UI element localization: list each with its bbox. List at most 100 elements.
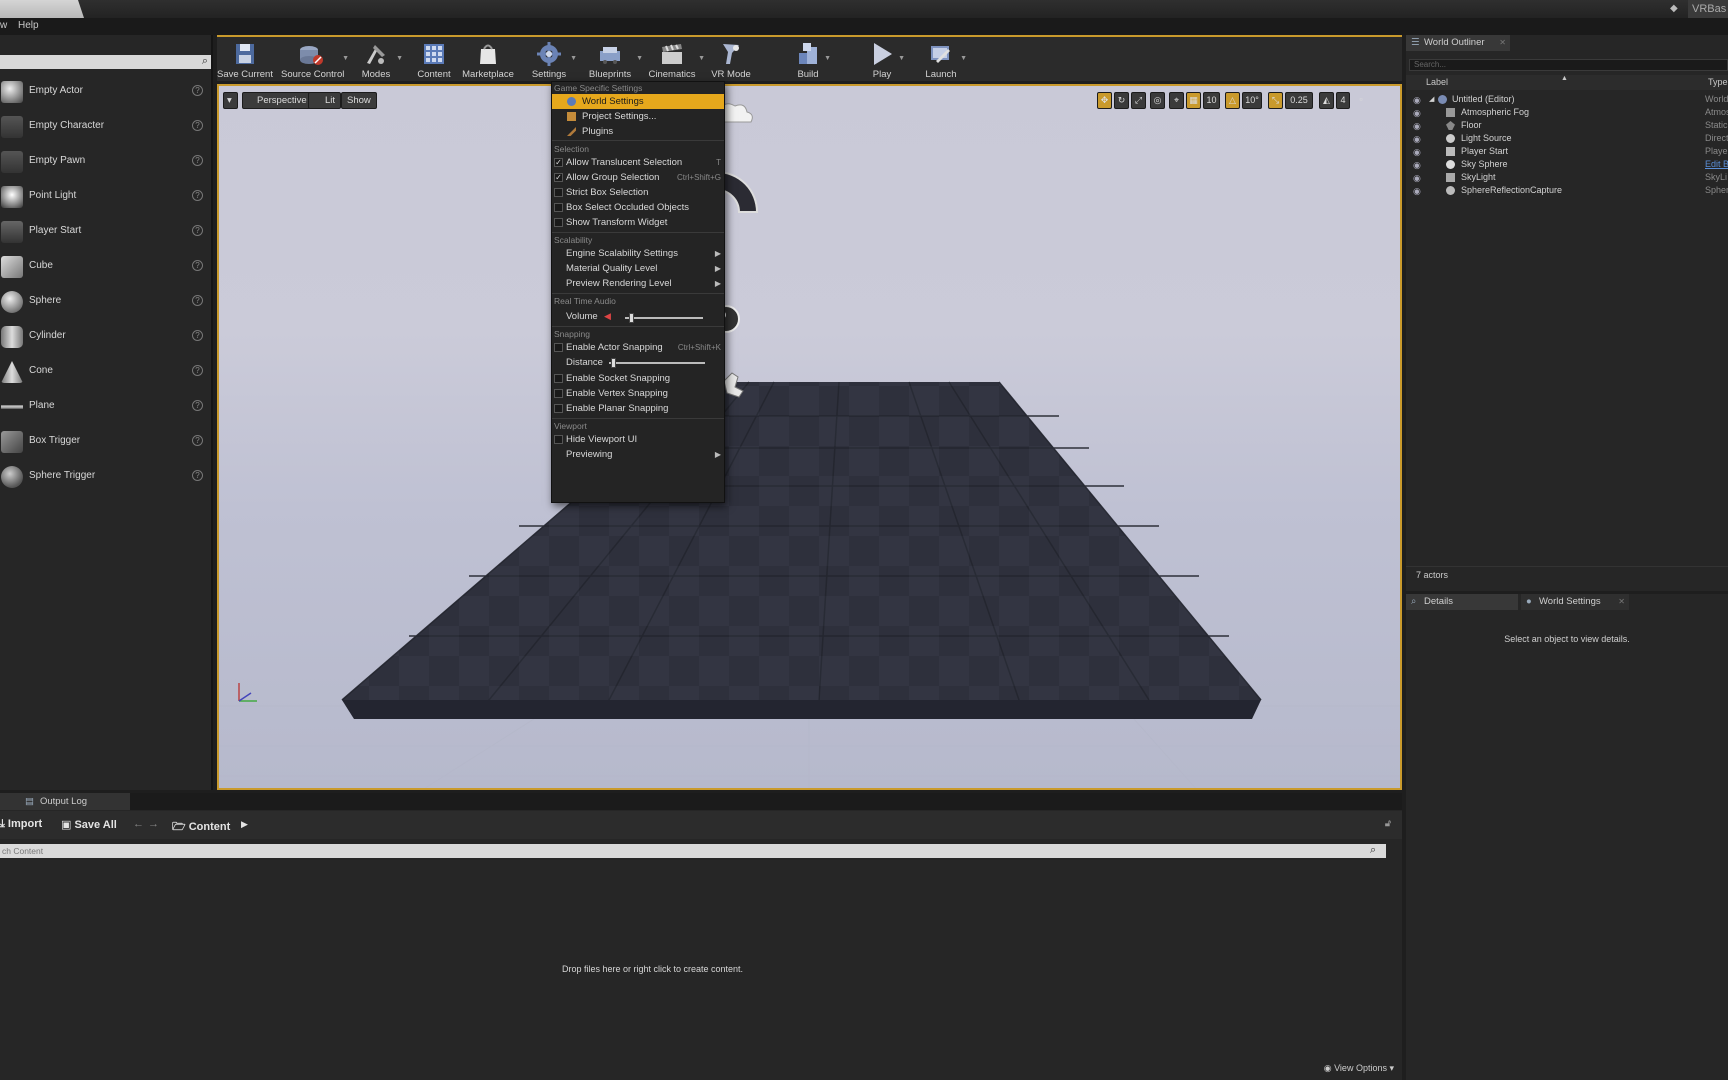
help-icon[interactable]: ? — [192, 470, 203, 481]
place-item-empty-character[interactable]: Empty Character ? — [0, 112, 211, 142]
menu-item-engine-scalability[interactable]: Engine Scalability Settings ▶ — [552, 246, 724, 261]
build-button[interactable]: Build ▼ — [793, 37, 831, 83]
menu-item-box-select-occluded[interactable]: Box Select Occluded Objects — [552, 200, 724, 215]
place-item-plane[interactable]: Plane ? — [0, 392, 211, 422]
camera-speed-value[interactable]: 4 — [1336, 92, 1350, 109]
place-item-sphere-trigger[interactable]: Sphere Trigger ? — [0, 462, 211, 492]
close-icon[interactable]: ✕ — [1618, 594, 1625, 610]
grid-snap-icon[interactable]: ▦ — [1186, 92, 1201, 109]
place-item-player-start[interactable]: Player Start ? — [0, 217, 211, 247]
menu-item-hide-viewport-ui[interactable]: Hide Viewport UI — [552, 432, 724, 447]
blueprints-button[interactable]: Blueprints ▼ — [585, 37, 643, 83]
checkbox[interactable] — [554, 343, 563, 352]
chevron-down-icon[interactable]: ▼ — [570, 55, 577, 62]
place-item-empty-actor[interactable]: Empty Actor ? — [0, 77, 211, 107]
search-icon[interactable]: ⌕ — [1370, 844, 1376, 857]
outliner-row[interactable]: ◉ Sky Sphere Edit B — [1406, 158, 1728, 171]
source-control-button[interactable]: Source Control ▼ — [281, 37, 349, 83]
scale-tool-icon[interactable]: ⤢ — [1131, 92, 1146, 109]
checkbox-checked[interactable]: ✓ — [554, 158, 563, 167]
menu-item-allow-translucent-selection[interactable]: ✓ Allow Translucent Selection T — [552, 155, 724, 170]
outliner-row[interactable]: ◉ SkyLight SkyLi — [1406, 171, 1728, 184]
scale-snap-icon[interactable]: ⤡ — [1268, 92, 1283, 109]
volume-slider[interactable] — [625, 313, 703, 323]
world-local-icon[interactable]: ◎ — [1150, 92, 1165, 109]
breadcrumb-arrow-icon[interactable]: ▶ — [241, 819, 248, 830]
save-current-button[interactable]: Save Current — [217, 37, 273, 83]
outliner-row[interactable]: ◉ Light Source Direct — [1406, 132, 1728, 145]
modes-button[interactable]: Modes ▼ — [357, 37, 403, 83]
outliner-row[interactable]: ◉ SphereReflectionCapture Spher — [1406, 184, 1728, 197]
save-all-button[interactable]: ▣ Save All — [61, 818, 117, 831]
menu-item-strict-box-selection[interactable]: Strict Box Selection — [552, 185, 724, 200]
place-item-point-light[interactable]: Point Light ? — [0, 182, 211, 212]
menu-item-preview-rendering[interactable]: Preview Rendering Level ▶ — [552, 276, 724, 291]
place-item-sphere[interactable]: Sphere ? — [0, 287, 211, 317]
checkbox[interactable] — [554, 374, 563, 383]
content-search-input[interactable]: ch Content — [0, 844, 1386, 858]
breadcrumb-content[interactable]: 🗁 Content — [172, 818, 230, 837]
import-button[interactable]: ⤓ Import — [0, 818, 42, 831]
menu-item-world-settings[interactable]: World Settings — [552, 94, 724, 109]
scale-snap-value[interactable]: 0.25 — [1285, 92, 1313, 109]
chevron-down-icon[interactable]: ▼ — [960, 55, 967, 62]
rotate-tool-icon[interactable]: ↻ — [1114, 92, 1129, 109]
editor-tab[interactable] — [0, 0, 84, 18]
help-icon[interactable]: ? — [192, 155, 203, 166]
checkbox[interactable] — [554, 218, 563, 227]
outliner-row[interactable]: ◉ Player Start Player — [1406, 145, 1728, 158]
column-type[interactable]: Type — [1708, 77, 1728, 87]
help-icon[interactable]: ? — [192, 330, 203, 341]
outliner-row[interactable]: ◉ Floor Static — [1406, 119, 1728, 132]
cinematics-button[interactable]: Cinematics ▼ — [647, 37, 705, 83]
perspective-button[interactable]: Perspective — [242, 92, 313, 109]
view-options-button[interactable]: ◉ View Options ▾ — [1324, 1063, 1394, 1074]
visibility-eye-icon[interactable]: ◉ — [1413, 185, 1421, 198]
menu-help[interactable]: Help — [18, 20, 39, 31]
menu-item-show-transform-widget[interactable]: Show Transform Widget — [552, 215, 724, 230]
place-item-cube[interactable]: Cube ? — [0, 252, 211, 282]
place-item-box-trigger[interactable]: Box Trigger ? — [0, 427, 211, 457]
outliner-row[interactable]: ◉ Atmospheric Fog Atmos — [1406, 106, 1728, 119]
close-icon[interactable]: ✕ — [1499, 35, 1506, 51]
menu-item-enable-planar-snapping[interactable]: Enable Planar Snapping — [552, 401, 724, 416]
surface-snap-icon[interactable]: ⌖ — [1169, 92, 1184, 109]
slider-thumb[interactable] — [610, 358, 616, 368]
tab-output-log[interactable]: ▤ Output Log — [0, 793, 130, 810]
menu-item-enable-actor-snapping[interactable]: Enable Actor Snapping Ctrl+Shift+K — [552, 340, 724, 355]
menu-item-enable-socket-snapping[interactable]: Enable Socket Snapping — [552, 371, 724, 386]
level-viewport[interactable]: ▾ Perspective Lit Show ✥ ↻ ⤢ ◎ ⌖ ▦ 10 △ … — [217, 84, 1402, 790]
checkbox[interactable] — [554, 389, 563, 398]
edit-blueprint-link[interactable]: Edit B — [1705, 158, 1728, 171]
place-item-cone[interactable]: Cone ? — [0, 357, 211, 387]
help-icon[interactable]: ? — [192, 295, 203, 306]
chevron-down-icon[interactable]: ▼ — [636, 55, 643, 62]
translate-tool-icon[interactable]: ✥ — [1097, 92, 1112, 109]
menu-item-allow-group-selection[interactable]: ✓ Allow Group Selection Ctrl+Shift+G — [552, 170, 724, 185]
tab-world-settings[interactable]: ● World Settings ✕ — [1521, 594, 1629, 610]
viewport-options-dropdown[interactable]: ▾ — [223, 92, 238, 109]
speaker-icon[interactable]: ◀ — [604, 309, 611, 324]
marketplace-button[interactable]: Marketplace — [461, 37, 515, 83]
chevron-down-icon[interactable]: ▼ — [824, 55, 831, 62]
tab-details[interactable]: ⌕ Details — [1406, 594, 1518, 610]
outliner-search-input[interactable]: Search... — [1409, 59, 1728, 71]
distance-slider[interactable] — [609, 358, 705, 368]
maximize-viewport-icon[interactable]: ▫ — [1355, 92, 1367, 109]
menu-item-plugins[interactable]: Plugins — [552, 124, 724, 139]
content-button[interactable]: Content — [415, 37, 453, 83]
menu-item-material-quality[interactable]: Material Quality Level ▶ — [552, 261, 724, 276]
outliner-row[interactable]: ◉ ◢ Untitled (Editor) World — [1406, 93, 1728, 106]
column-label[interactable]: Label — [1426, 77, 1448, 87]
play-button[interactable]: Play ▼ — [867, 37, 905, 83]
help-icon[interactable]: ? — [192, 365, 203, 376]
help-icon[interactable]: ? — [192, 435, 203, 446]
rotation-snap-value[interactable]: 10° — [1242, 92, 1262, 109]
checkbox[interactable] — [554, 404, 563, 413]
lock-icon[interactable]: 🔓︎ — [1385, 818, 1391, 829]
menu-item-previewing[interactable]: Previewing ▶ — [552, 447, 724, 462]
help-icon[interactable]: ? — [192, 400, 203, 411]
help-icon[interactable]: ? — [192, 120, 203, 131]
checkbox[interactable] — [554, 188, 563, 197]
camera-speed-icon[interactable]: ◭ — [1319, 92, 1334, 109]
